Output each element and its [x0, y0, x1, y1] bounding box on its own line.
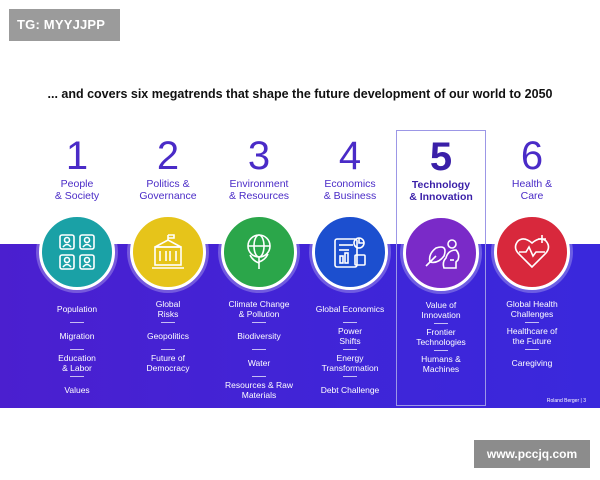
trend-title: People & Society [32, 178, 122, 202]
item-divider [252, 322, 266, 323]
trend-item: Water [247, 358, 271, 368]
trend-item: Power Shifts [337, 326, 363, 346]
trend-item: Global Health Challenges [506, 299, 558, 319]
trend-items: Global Health Challenges Healthcare of the… [487, 298, 577, 374]
item-divider [343, 376, 357, 377]
trend-title-line: Economics [324, 178, 376, 190]
trend-item: Population [56, 304, 98, 314]
trend-items: Population Migration Education & Labor Va… [32, 298, 122, 401]
rocket-head-icon [403, 215, 479, 291]
trend-title-line: Care [520, 190, 544, 202]
trend-items: Value of Innovation Frontier Technologies … [397, 299, 485, 375]
item-divider [434, 350, 448, 351]
trend-title: Environment & Resources [214, 178, 304, 202]
item-divider [252, 349, 266, 350]
item-divider [525, 349, 539, 350]
trend-column-5: 5 Technology & Innovation Value of Innova… [396, 130, 486, 406]
trend-column-3: 3 Environment & Resources Climate Change… [214, 130, 304, 406]
trend-number: 4 [338, 134, 362, 178]
trend-item: Frontier Technologies [416, 327, 466, 347]
trend-title-line: Environment [229, 178, 289, 190]
trend-item: Resources & Raw Materials [224, 380, 294, 400]
item-divider [434, 323, 448, 324]
trend-items: Global Risks Geopolitics Future of Democra… [123, 298, 213, 374]
trend-item: Geopolitics [146, 331, 190, 341]
trend-column-6: 6 Health & Care Global Health Challenges … [487, 130, 577, 406]
trend-item: Energy Transformation [321, 353, 379, 373]
trend-item: Biodiversity [237, 331, 281, 341]
trend-items: Global Economics Power Shifts Energy Trans… [305, 298, 395, 401]
trend-item: Future of Democracy [146, 353, 190, 373]
trend-title-line: & Business [323, 190, 377, 202]
trend-title: Health & Care [487, 178, 577, 202]
item-divider [252, 376, 266, 377]
trend-item: Healthcare of the Future [506, 326, 558, 346]
trend-title-line: & Society [54, 190, 100, 202]
trend-column-4: 4 Economics & Business Global Economics … [305, 130, 395, 406]
trend-title-line: Governance [139, 190, 197, 202]
slide-footer: Roland Berger | 3 [546, 398, 586, 404]
trend-title-line: & Resources [228, 190, 290, 202]
trend-number: 2 [156, 134, 180, 178]
item-divider [70, 349, 84, 350]
trend-item: Global Risks [155, 299, 181, 319]
trend-title-line: Health & [511, 178, 553, 190]
item-divider [70, 322, 84, 323]
heart-pulse-icon [494, 214, 570, 290]
trend-item: Migration [59, 331, 95, 341]
watermark: www.pccjq.com [474, 440, 590, 468]
trend-items: Climate Change & Pollution Biodiversity W… [214, 298, 304, 401]
trend-title-line: Politics & [146, 178, 190, 190]
item-divider [161, 349, 175, 350]
trend-item: Values [64, 385, 90, 395]
trend-column-1: 1 People & Society Population Migration … [32, 130, 122, 406]
trend-item: Climate Change & Pollution [228, 299, 290, 319]
trend-item: Debt Challenge [320, 385, 380, 395]
trend-title: Politics & Governance [123, 178, 213, 202]
item-divider [343, 322, 357, 323]
trend-title-line: People [60, 178, 94, 190]
item-divider [525, 322, 539, 323]
tg-badge: TG: MYYJJPP [9, 9, 120, 41]
trend-title: Technology & Innovation [397, 179, 485, 203]
building-icon [130, 214, 206, 290]
trend-number: 5 [429, 135, 453, 179]
headline: ... and covers six megatrends that shape… [47, 87, 553, 101]
trend-item: Education & Labor [58, 353, 96, 373]
trend-item: Humans & Machines [421, 354, 461, 374]
trend-title-line: Technology [411, 179, 471, 191]
trend-item: Value of Innovation [421, 300, 461, 320]
trend-item: Caregiving [511, 358, 553, 368]
trend-number: 3 [247, 134, 271, 178]
item-divider [161, 322, 175, 323]
chart-document-icon [312, 214, 388, 290]
item-divider [343, 349, 357, 350]
trend-item: Global Economics [315, 304, 385, 314]
people-icon [39, 214, 115, 290]
trend-number: 6 [520, 134, 544, 178]
trend-title-line: & Innovation [409, 191, 473, 203]
trend-column-2: 2 Politics & Governance Global Risks Geop… [123, 130, 213, 406]
globe-tree-icon [221, 214, 297, 290]
item-divider [70, 376, 84, 377]
trend-number: 1 [65, 134, 89, 178]
trend-title: Economics & Business [305, 178, 395, 202]
